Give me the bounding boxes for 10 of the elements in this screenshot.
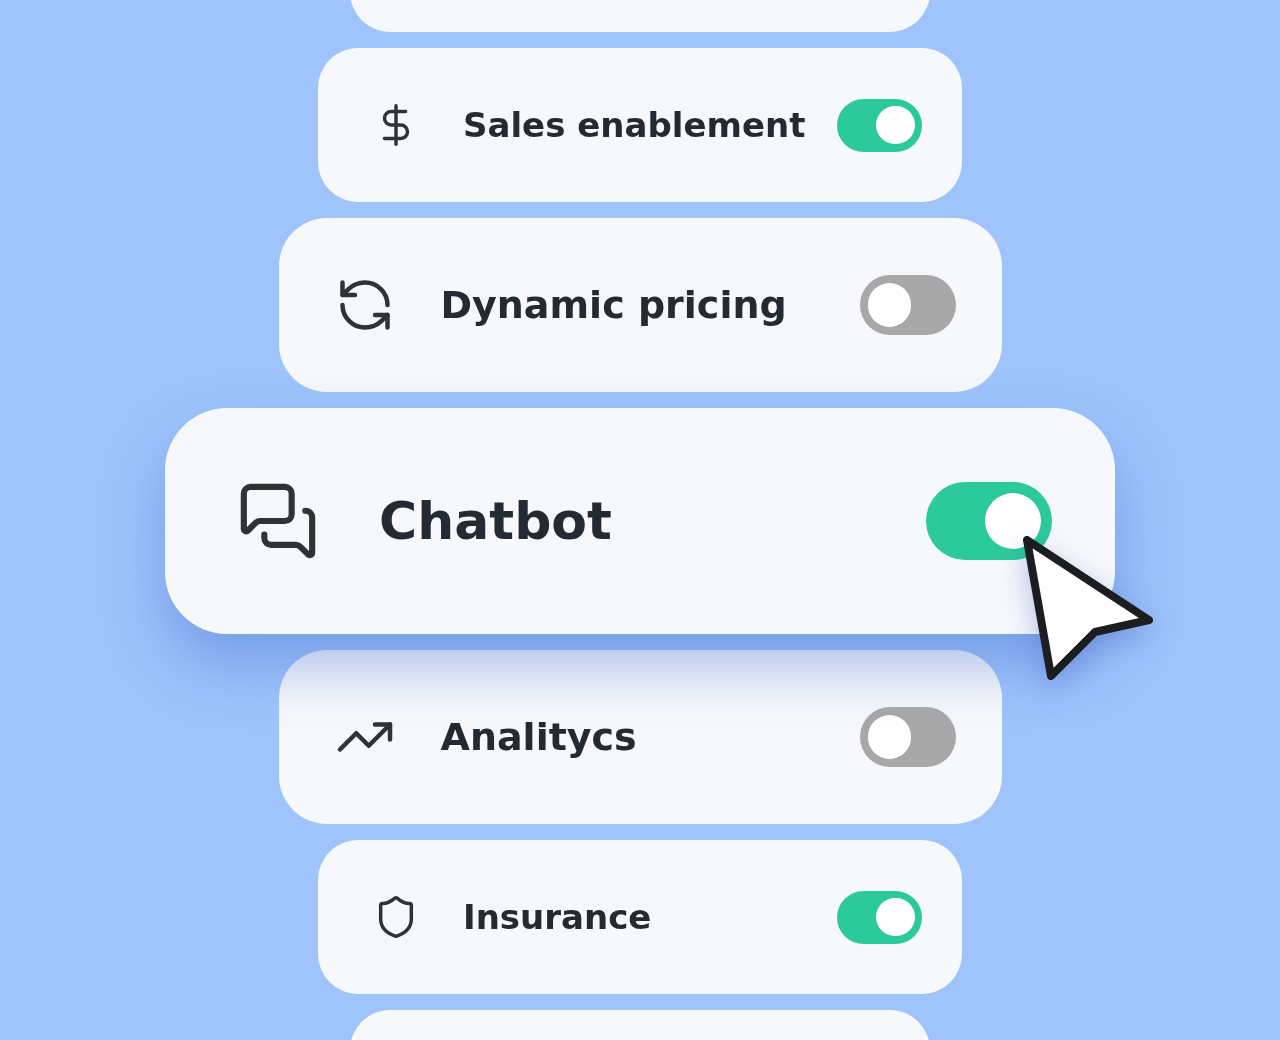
feature-label: Analitycs (440, 715, 638, 759)
feature-label: Insurance (463, 897, 653, 937)
toggle-switch[interactable] (837, 890, 922, 944)
feature-label: Chatbot (379, 491, 613, 551)
feature-label: Sales enablement (463, 105, 807, 145)
feature-label: Dynamic pricing (440, 283, 788, 327)
toggle-switch[interactable] (859, 707, 956, 767)
toggle-switch[interactable] (837, 98, 922, 152)
toggle-switch[interactable] (926, 482, 1052, 560)
toggle-switch[interactable] (859, 275, 956, 335)
